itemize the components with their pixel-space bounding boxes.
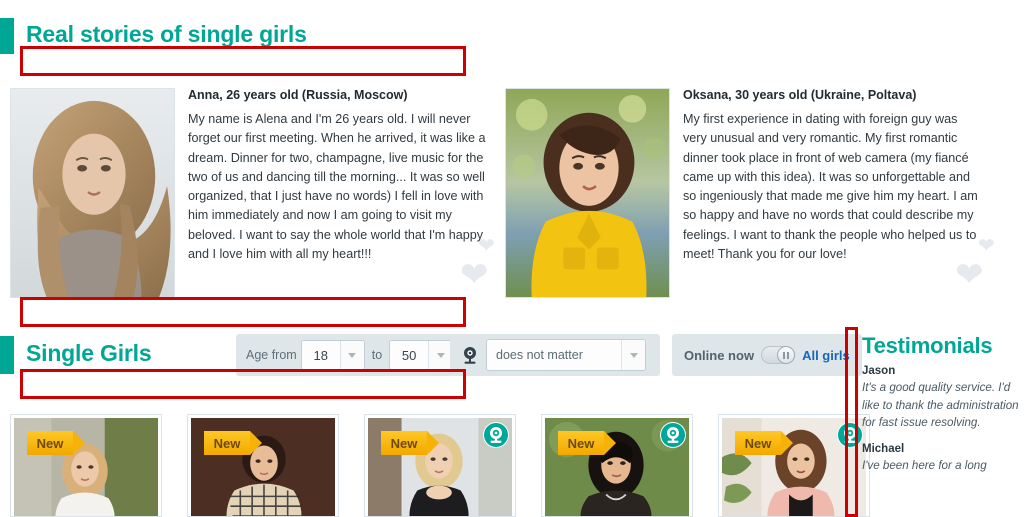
- new-badge-label: New: [213, 435, 241, 451]
- heart-watermark-icon: ❤: [955, 256, 984, 294]
- story-text: My name is Alena and I'm 26 years old. I…: [188, 112, 486, 262]
- webcam-icon: [460, 345, 480, 365]
- annotation-box-lower: [20, 369, 466, 399]
- annotation-box-top: [20, 46, 466, 76]
- annotation-box-middle: [20, 297, 466, 327]
- annotation-bar-right-edge: [845, 327, 858, 517]
- webcam-select-value: does not matter: [487, 340, 621, 370]
- age-to-label: to: [371, 348, 383, 362]
- new-badge-tip: [781, 431, 793, 455]
- testimonial-item: Michael I've been here for a long: [862, 443, 1020, 475]
- age-to-select[interactable]: 50: [389, 340, 454, 370]
- story-name: Oksana, 30 years old (Ukraine, Poltava): [683, 88, 917, 102]
- new-badge: New: [558, 431, 616, 455]
- testimonial-author: Jason: [862, 365, 896, 377]
- story-body-anna: Anna, 26 years old (Russia, Moscow) My n…: [188, 88, 488, 264]
- online-webcam-badge-icon: [660, 422, 686, 448]
- new-badge-label: New: [744, 435, 772, 451]
- testimonials-title: Testimonials: [862, 333, 993, 358]
- new-badge: New: [27, 431, 85, 455]
- new-badge: New: [735, 431, 793, 455]
- age-to-value: 50: [390, 341, 429, 369]
- age-from-label: Age from: [246, 348, 297, 362]
- testimonial-author: Michael: [862, 442, 905, 455]
- heart-watermark-icon: ❤: [978, 235, 995, 257]
- new-badge: New: [204, 431, 262, 455]
- chevron-down-icon[interactable]: [339, 341, 364, 369]
- story-card-anna: Anna, 26 years old (Russia, Moscow) My n…: [10, 88, 490, 300]
- page-title: Real stories of single girls: [26, 21, 307, 47]
- new-badge: New: [381, 431, 439, 455]
- online-toggle-switch[interactable]: [761, 346, 796, 364]
- girl-card[interactable]: New: [364, 414, 516, 517]
- online-now-label: Online now: [684, 347, 755, 363]
- story-name: Anna, 26 years old (Russia, Moscow): [188, 88, 408, 102]
- accent-bar-stories: [0, 18, 14, 54]
- girl-cards-row: New New New New New: [10, 414, 870, 517]
- new-badge-tip: [427, 431, 439, 455]
- age-from-value: 18: [301, 341, 340, 369]
- chevron-down-icon[interactable]: [621, 340, 645, 370]
- online-webcam-badge-icon: [483, 422, 509, 448]
- new-badge-tip: [250, 431, 262, 455]
- testimonials-sidebar: Testimonials Jason It's a good quality s…: [862, 334, 1020, 485]
- toggle-knob: [777, 346, 796, 364]
- heart-watermark-icon: ❤: [460, 256, 489, 294]
- chevron-down-icon[interactable]: [428, 341, 453, 369]
- webcam-select[interactable]: does not matter: [486, 339, 646, 371]
- testimonial-text: It's a good quality service. I'd like to…: [862, 381, 1019, 429]
- oksana-photo[interactable]: [505, 88, 670, 298]
- webcam-filter-group: does not matter: [450, 334, 660, 376]
- new-badge-tip: [604, 431, 616, 455]
- story-text: My first experience in dating with forei…: [683, 112, 978, 262]
- girl-card[interactable]: New: [10, 414, 162, 517]
- testimonial-item: Jason It's a good quality service. I'd l…: [862, 365, 1020, 432]
- all-girls-link[interactable]: All girls: [802, 348, 850, 363]
- girl-card[interactable]: New: [187, 414, 339, 517]
- new-badge-label: New: [390, 435, 418, 451]
- new-badge-label: New: [36, 435, 64, 451]
- age-from-select[interactable]: 18: [300, 340, 365, 370]
- story-body-oksana: Oksana, 30 years old (Ukraine, Poltava) …: [683, 88, 983, 264]
- heart-watermark-icon: ❤: [478, 235, 495, 257]
- story-card-oksana: Oksana, 30 years old (Ukraine, Poltava) …: [505, 88, 985, 300]
- girl-card[interactable]: New: [541, 414, 693, 517]
- testimonial-text: I've been here for a long: [862, 458, 987, 472]
- anna-photo[interactable]: [10, 88, 175, 298]
- online-toggle-group: Online now All girls: [672, 334, 862, 376]
- new-badge-label: New: [567, 435, 595, 451]
- new-badge-tip: [73, 431, 85, 455]
- page-root: Real stories of single girls Anna, 26 ye…: [0, 0, 1024, 517]
